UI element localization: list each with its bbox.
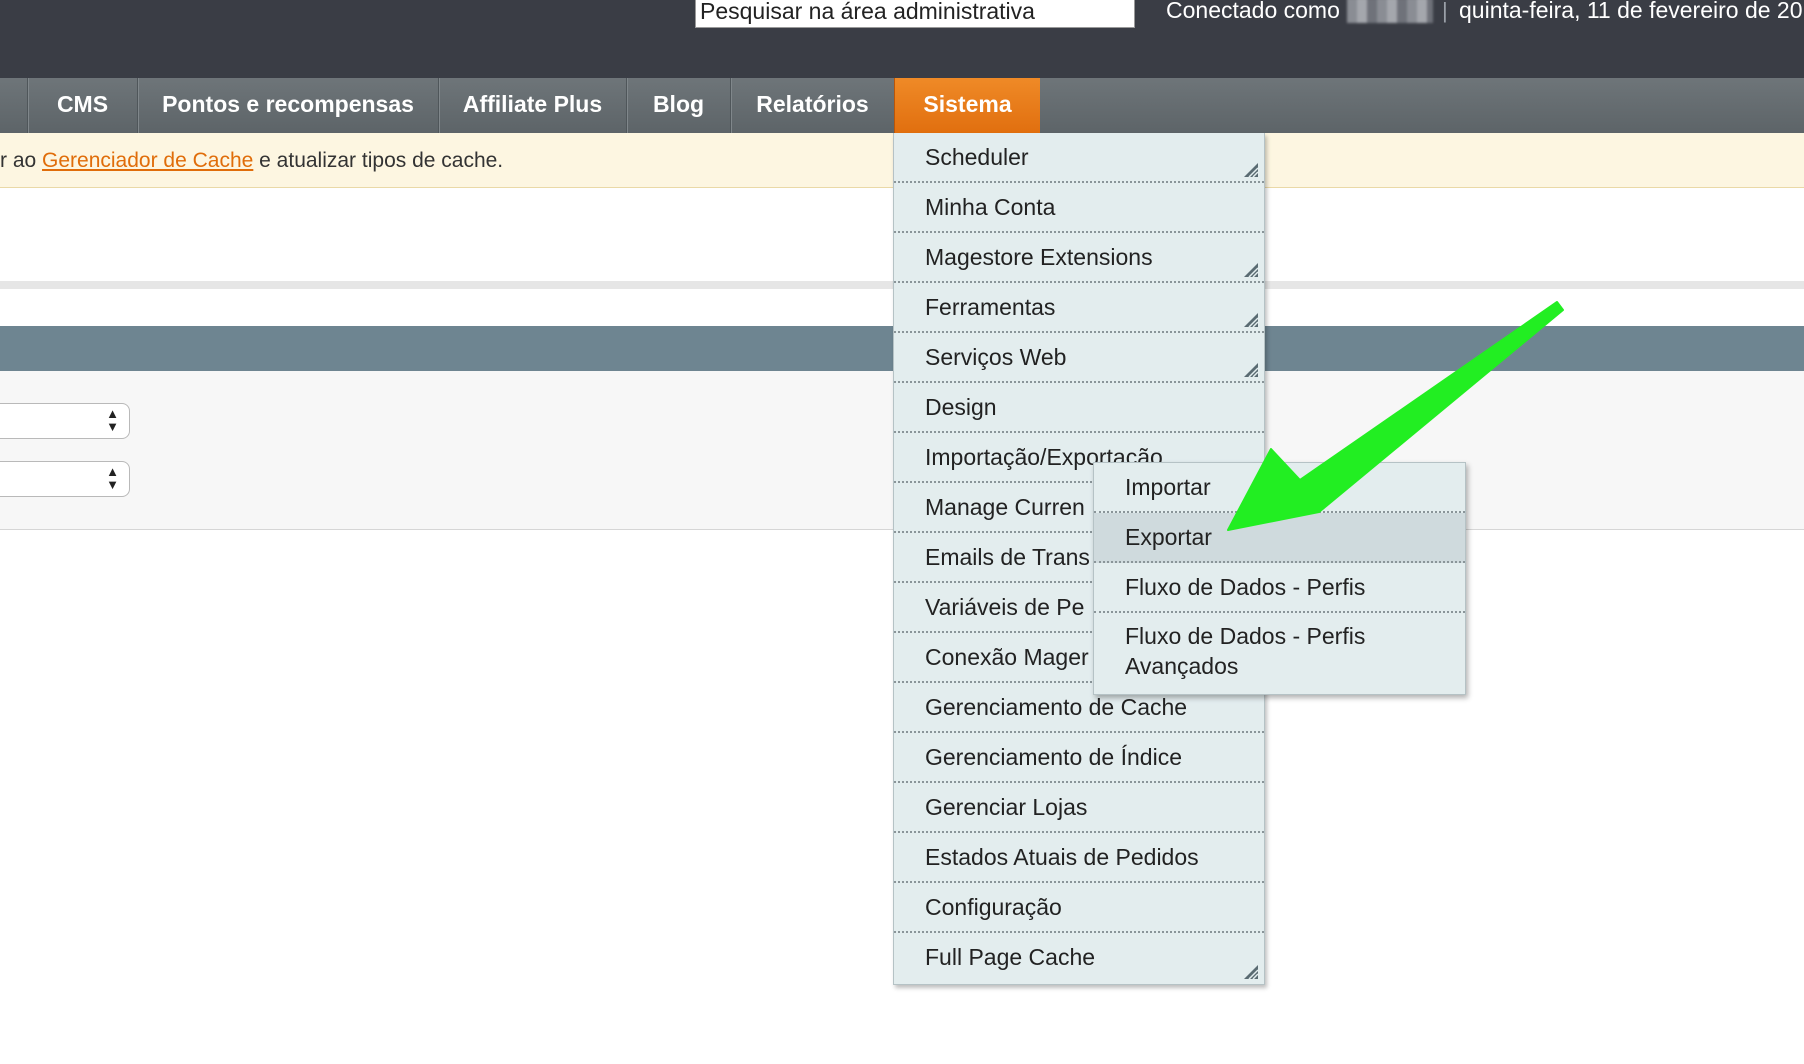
system-menu-item[interactable]: Magestore Extensions	[894, 233, 1264, 283]
system-menu-item-label: Configuração	[925, 894, 1062, 920]
select-arrows-icon: ▲ ▼	[106, 464, 119, 492]
system-menu-item-label: Design	[925, 394, 997, 420]
system-menu-item-label: Gerenciar Lojas	[925, 794, 1088, 820]
system-menu-item[interactable]: Gerenciamento de Índice	[894, 733, 1264, 783]
nav-item-blog[interactable]: Blog	[626, 78, 730, 133]
nav-item-points-rewards[interactable]: Pontos e recompensas	[137, 78, 438, 133]
submenu-item-label-line2: Avançados	[1125, 653, 1239, 679]
system-menu-item[interactable]: Ferramentas	[894, 283, 1264, 333]
submenu-item-dataflow-advanced[interactable]: Fluxo de Dados - Perfis Avançados	[1094, 613, 1465, 694]
system-menu-item-label: Gerenciamento de Cache	[925, 694, 1188, 720]
submenu-item-label: Fluxo de Dados - Perfis	[1125, 623, 1366, 649]
submenu-indicator-icon	[1244, 965, 1258, 979]
submenu-item-exportar[interactable]: Exportar	[1094, 513, 1465, 563]
submenu-indicator-icon	[1244, 313, 1258, 327]
admin-header: Conectado como | quinta-feira, 11 de fev…	[0, 0, 1804, 78]
system-menu-item-label: Magestore Extensions	[925, 244, 1153, 270]
notice-prefix: r ao	[0, 149, 43, 172]
system-menu-item-label: Full Page Cache	[925, 944, 1096, 970]
system-menu-item-label: Emails de Trans	[925, 544, 1090, 570]
submenu-item-importar[interactable]: Importar	[1094, 463, 1465, 513]
system-menu-item-label: Manage Curren	[925, 494, 1085, 520]
system-menu-item-label: Serviços Web	[925, 344, 1067, 370]
system-menu-item[interactable]: Serviços Web	[894, 333, 1264, 383]
blurred-username	[1347, 0, 1433, 23]
system-menu-item[interactable]: Minha Conta	[894, 183, 1264, 233]
submenu-indicator-icon	[1244, 163, 1258, 177]
system-menu-item-label: Scheduler	[925, 144, 1029, 170]
main-nav: CMS Pontos e recompensas Affiliate Plus …	[0, 78, 1804, 134]
admin-search-input[interactable]	[695, 0, 1135, 28]
system-menu-item[interactable]: Estados Atuais de Pedidos	[894, 833, 1264, 883]
system-menu-item-label: Estados Atuais de Pedidos	[925, 844, 1199, 870]
select-dropdown-2[interactable]: ▲ ▼	[0, 461, 130, 497]
nav-item-reports[interactable]: Relatórios	[730, 78, 894, 133]
system-menu-item[interactable]: Scheduler	[894, 133, 1264, 183]
nav-item-truncated[interactable]	[0, 78, 17, 133]
system-menu-item[interactable]: Configuração	[894, 883, 1264, 933]
select-arrows-icon: ▲ ▼	[106, 406, 119, 434]
notice-suffix: e atualizar tipos de cache.	[253, 149, 504, 172]
submenu-indicator-icon	[1244, 363, 1258, 377]
logged-in-label: Conectado como	[1166, 0, 1340, 23]
system-menu-item-label: Ferramentas	[925, 294, 1056, 320]
import-export-submenu: Importar Exportar Fluxo de Dados - Perfi…	[1093, 462, 1466, 695]
cache-manager-link[interactable]: Gerenciador de Cache	[42, 149, 253, 172]
system-menu-item-label: Minha Conta	[925, 194, 1056, 220]
nav-item-system[interactable]: Sistema	[894, 78, 1040, 133]
system-menu-item[interactable]: Gerenciar Lojas	[894, 783, 1264, 833]
system-menu-item-label: Gerenciamento de Índice	[925, 744, 1182, 770]
system-menu-item[interactable]: Design	[894, 383, 1264, 433]
nav-item-cms[interactable]: CMS	[27, 78, 137, 133]
system-menu-item-label: Conexão Mager	[925, 644, 1089, 670]
nav-item-affiliate-plus[interactable]: Affiliate Plus	[438, 78, 626, 133]
select-dropdown-1[interactable]: ▲ ▼	[0, 403, 130, 439]
submenu-item-dataflow-profiles[interactable]: Fluxo de Dados - Perfis	[1094, 563, 1465, 613]
submenu-indicator-icon	[1244, 263, 1258, 277]
header-separator: |	[1442, 0, 1448, 23]
system-menu-item[interactable]: Full Page Cache	[894, 933, 1264, 983]
system-menu-item-label: Variáveis de Pe	[925, 594, 1085, 620]
current-date: quinta-feira, 11 de fevereiro de 20	[1459, 0, 1803, 23]
